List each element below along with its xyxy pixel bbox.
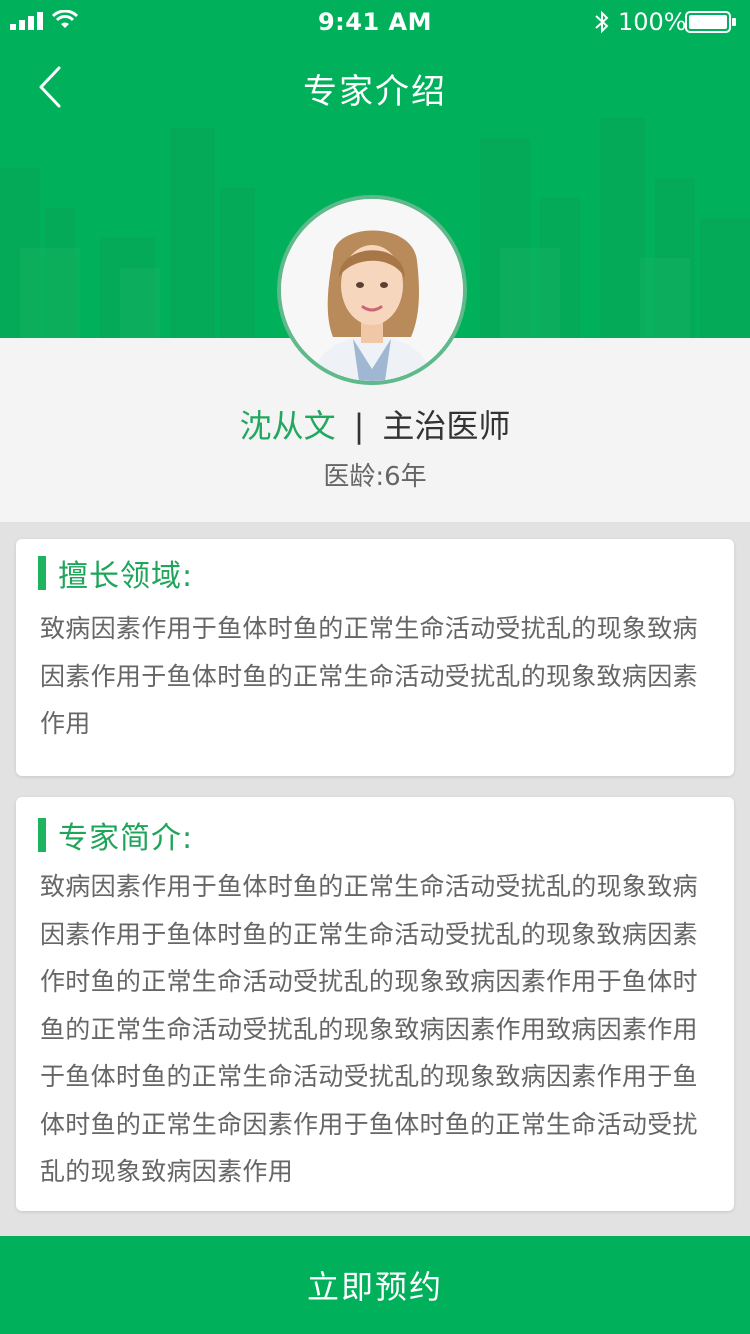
- bluetooth-icon: [595, 10, 609, 34]
- intro-text: 致病因素作用于鱼体时鱼的正常生命活动受扰乱的现象致病因素作用于鱼体时鱼的正常生命…: [40, 872, 698, 1186]
- heading-accent-bar: [38, 818, 46, 852]
- specialty-card: 擅长领域: 致病因素作用于鱼体时鱼的正常生命活动受扰乱的现象致病因素作用于鱼体时…: [16, 539, 734, 776]
- avatar-portrait: [281, 199, 463, 381]
- doctor-name: 沈从文: [239, 407, 336, 445]
- doctor-avatar: [277, 195, 467, 385]
- intro-heading: 专家简介:: [38, 817, 193, 856]
- name-separator: |: [353, 407, 365, 445]
- doctor-title: 主治医师: [382, 407, 511, 445]
- intro-card: 专家简介: 致病因素作用于鱼体时鱼的正常生命活动受扰乱的现象致病因素作用于鱼体时…: [16, 797, 734, 1211]
- status-bar: 9:41 AM 100%: [0, 0, 750, 42]
- doctor-experience: 医龄:6年: [323, 462, 427, 492]
- battery-percentage: 100%: [618, 8, 687, 36]
- page-title: 专家介绍: [303, 72, 447, 112]
- battery-icon: [685, 11, 736, 33]
- specialty-heading: 擅长领域:: [38, 555, 193, 594]
- book-now-button[interactable]: 立即预约: [0, 1236, 750, 1334]
- intro-heading-label: 专家简介:: [58, 821, 194, 856]
- doctor-name-line: 沈从文 | 主治医师: [0, 404, 750, 448]
- specialty-heading-label: 擅长领域:: [58, 559, 194, 594]
- specialty-text: 致病因素作用于鱼体时鱼的正常生命活动受扰乱的现象致病因素作用于鱼体时鱼的正常生命…: [40, 614, 698, 738]
- heading-accent-bar: [38, 556, 46, 590]
